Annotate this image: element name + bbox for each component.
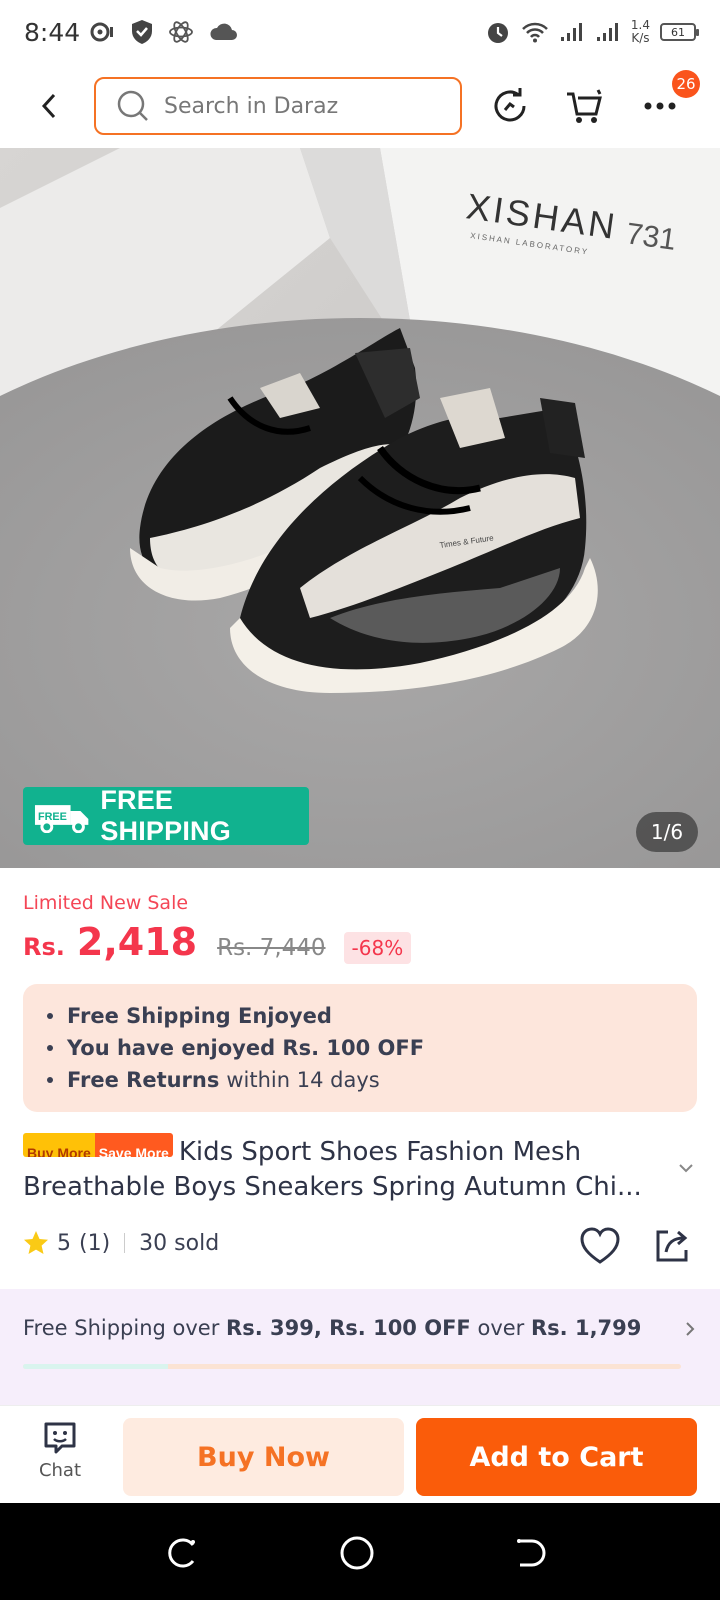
wishlist-button[interactable]	[578, 1224, 622, 1268]
bottom-action-bar: Chat Buy Now Add to Cart	[0, 1405, 720, 1503]
alarm-icon	[487, 23, 508, 43]
promo-progress-bar	[23, 1364, 681, 1369]
system-nav-bar	[0, 1503, 720, 1600]
discount-badge: -68%	[343, 932, 412, 964]
more-button[interactable]: 26	[638, 70, 700, 128]
notification-badge: 26	[672, 70, 700, 98]
add-to-cart-button[interactable]: Add to Cart	[416, 1418, 697, 1496]
promo-bar[interactable]: Free Shipping over Rs. 399, Rs. 100 OFF …	[0, 1289, 720, 1405]
rating-value: 5	[57, 1230, 71, 1256]
free-shipping-text: FREE SHIPPING	[100, 785, 231, 846]
status-bar: 8:44 1.4 K/s 61	[0, 0, 720, 64]
truck-icon: FREE	[34, 805, 89, 833]
battery-icon: 61	[660, 23, 699, 41]
wifi-icon	[522, 22, 548, 43]
promo-amount-2: Rs. 1,799	[531, 1316, 642, 1340]
perk-item: Free Returns within 14 days	[47, 1064, 697, 1096]
signal-icon-1	[560, 23, 582, 41]
search-placeholder: Search in Daraz	[164, 93, 339, 119]
share-icon	[656, 1230, 688, 1262]
network-speed-unit: K/s	[631, 31, 650, 45]
promo-text: Free Shipping over Rs. 399, Rs. 100 OFF …	[23, 1316, 641, 1340]
history-icon	[494, 88, 526, 122]
cloud-icon	[210, 23, 238, 40]
chevron-right-icon	[686, 1322, 695, 1336]
perk-item: You have enjoyed Rs. 100 OFF	[47, 1032, 697, 1064]
rating-row[interactable]: 5 (1) 30 sold	[23, 1230, 219, 1256]
back-nav-icon[interactable]	[510, 1533, 550, 1573]
tag-save-more: Save More	[94, 1133, 173, 1157]
signal-icon-2	[596, 23, 618, 41]
current-price: 2,418	[76, 920, 198, 964]
atom-icon	[169, 21, 194, 43]
original-price: Rs. 7,440	[217, 935, 326, 961]
truck-free-label: FREE	[38, 811, 67, 823]
promo-amount-1: Rs. 399, Rs. 100 OFF	[226, 1316, 471, 1340]
network-speed: 1.4 K/s	[631, 19, 650, 45]
status-notification-icons	[90, 19, 238, 45]
shield-icon	[132, 20, 153, 44]
cart-icon	[567, 89, 602, 123]
free-shipping-badge: FREE FREE SHIPPING	[23, 785, 309, 846]
product-image: XISHAN 731 XISHAN LABORATORY Times & Fut…	[0, 148, 720, 868]
search-icon	[117, 90, 148, 121]
buy-now-button[interactable]: Buy Now	[123, 1418, 404, 1496]
chevron-left-icon	[41, 93, 56, 119]
status-system-icons: 1.4 K/s 61	[485, 19, 699, 45]
status-time: 8:44	[24, 17, 81, 47]
sale-label: Limited New Sale	[23, 892, 189, 914]
promo-progress-fill	[23, 1364, 168, 1369]
perks-box: Free Shipping Enjoyed You have enjoyed R…	[23, 984, 697, 1112]
product-image-gallery[interactable]: XISHAN 731 XISHAN LABORATORY Times & Fut…	[0, 148, 720, 868]
chat-label: Chat	[38, 1460, 82, 1481]
top-nav: Search in Daraz 26	[0, 64, 720, 148]
buy-more-save-more-tag: Buy More Save More	[23, 1133, 173, 1157]
history-button[interactable]	[488, 84, 532, 128]
image-counter: 1/6	[636, 812, 698, 852]
product-title[interactable]: Buy More Save More Kids Sport Shoes Fashio…	[23, 1133, 673, 1205]
back-button[interactable]	[26, 82, 74, 130]
search-input[interactable]: Search in Daraz	[94, 77, 462, 135]
perk-rest: within 14 days	[226, 1068, 380, 1092]
share-button[interactable]	[650, 1224, 694, 1268]
rating-count: (1)	[79, 1230, 111, 1256]
perk-bold: Free Shipping Enjoyed	[67, 1004, 332, 1028]
promo-text-1: Free Shipping over	[23, 1316, 220, 1340]
image-brand-number: 731	[624, 217, 678, 257]
recent-apps-icon[interactable]	[163, 1533, 203, 1573]
price-row: Rs. 2,418 Rs. 7,440 -68%	[23, 920, 412, 964]
more-dots-icon	[644, 102, 676, 110]
heart-icon	[580, 1227, 620, 1264]
chevron-down-icon[interactable]	[676, 1158, 696, 1178]
sold-count: 30 sold	[139, 1230, 220, 1256]
perk-bold: You have enjoyed Rs. 100 OFF	[67, 1036, 425, 1060]
promo-text-2: over	[477, 1316, 525, 1340]
chat-button[interactable]: Chat	[24, 1420, 96, 1490]
star-icon	[24, 1231, 48, 1254]
divider	[124, 1233, 126, 1253]
vpn-key-icon	[90, 22, 114, 42]
tag-buy-more: Buy More	[23, 1133, 95, 1157]
perk-item: Free Shipping Enjoyed	[47, 1000, 697, 1032]
home-icon[interactable]	[337, 1533, 377, 1573]
perk-bold: Free Returns	[67, 1068, 220, 1092]
price-currency: Rs.	[23, 933, 65, 961]
cart-button[interactable]	[562, 84, 606, 128]
chat-icon	[44, 1422, 76, 1454]
